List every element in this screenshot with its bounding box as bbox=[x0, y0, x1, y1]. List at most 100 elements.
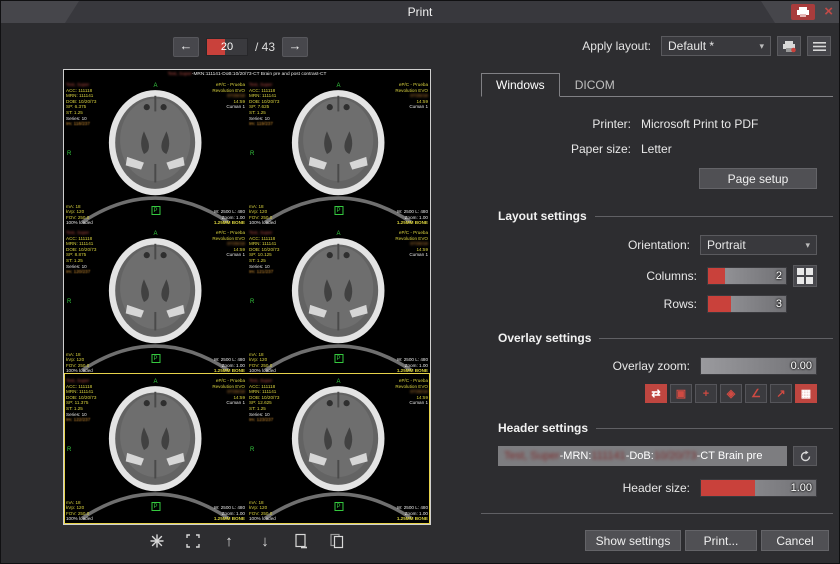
header-text-field[interactable]: Test, Super-MRN:111141-DoB:10/20/73-CT B… bbox=[498, 446, 787, 466]
fullscreen-icon bbox=[185, 533, 201, 549]
ct-image-cell[interactable]: Test, Super ACC: 111118 MRN: 111141 DOB:… bbox=[247, 80, 430, 228]
printer-row: Printer: Microsoft Print to PDF bbox=[481, 117, 833, 131]
cell-loaded-status: 100% loaded bbox=[249, 516, 276, 522]
cell-overlay-bottom-left: mA: 18 kVp: 120 FOV: 250.0 100% loaded bbox=[249, 352, 276, 374]
annotation-overlay-icon[interactable]: ↗ bbox=[770, 384, 792, 403]
cell-mrn: MRN: 111141 bbox=[249, 93, 279, 99]
cancel-button[interactable]: Cancel bbox=[761, 530, 829, 551]
header-size-fill bbox=[701, 480, 755, 496]
cell-preset: 1.25MM BONE bbox=[397, 368, 428, 374]
fit-to-window-button[interactable] bbox=[180, 531, 206, 551]
stack-overlay-icon[interactable]: ▣ bbox=[670, 384, 692, 403]
cell-patient-name: Test, Super bbox=[249, 82, 279, 88]
layout-select[interactable]: Default * ▾ bbox=[661, 36, 771, 56]
cell-facility: eP/C - Prueba bbox=[212, 82, 245, 88]
columns-label: Columns: bbox=[481, 269, 697, 283]
refresh-icon bbox=[799, 450, 812, 463]
cell-overlay-top-right: eP/C - Prueba Revolution EVO 07/25/18 14… bbox=[212, 378, 245, 406]
print-preview-page[interactable]: Test, Super -MRN:111141-DoB:10/20/73-CT B… bbox=[63, 69, 431, 525]
preview-toolbar: ↑ ↓ bbox=[63, 531, 431, 551]
ruler-overlay-icon[interactable]: ∠ bbox=[745, 384, 767, 403]
overlay-toggle-buttons: ⇄▣+◈∠↗▦ bbox=[481, 384, 833, 403]
orientation-right-marker: R bbox=[250, 299, 254, 305]
cell-loaded-status: 100% loaded bbox=[249, 368, 276, 374]
paper-size-label: Paper size: bbox=[481, 142, 631, 156]
chevron-down-icon: ▾ bbox=[805, 240, 810, 251]
page-header-text: -MRN:111141-DoB:10/20/73-CT Brain pre an… bbox=[192, 72, 327, 77]
cell-window-level: W: 2500 L: 480 bbox=[397, 505, 428, 511]
crosshair-overlay-icon[interactable]: + bbox=[695, 384, 717, 403]
cube-overlay-icon[interactable]: ◈ bbox=[720, 384, 742, 403]
printer-plus-icon bbox=[782, 40, 796, 53]
section-divider bbox=[595, 216, 833, 217]
page-number-slider[interactable]: 20 bbox=[206, 38, 248, 56]
orientation-right-marker: R bbox=[250, 151, 254, 157]
remove-page-button[interactable] bbox=[288, 531, 314, 551]
ct-image-cell[interactable]: Test, Super ACC: 111118 MRN: 111141 DOB:… bbox=[64, 80, 247, 228]
close-icon[interactable]: × bbox=[824, 4, 833, 20]
refresh-header-button[interactable] bbox=[793, 446, 817, 466]
move-page-up-button[interactable]: ↑ bbox=[216, 531, 242, 551]
ct-image-cell[interactable]: Test, Super ACC: 111118 MRN: 111141 DOB:… bbox=[64, 228, 247, 376]
layout-list-button[interactable] bbox=[807, 36, 831, 56]
grid-icon bbox=[797, 268, 813, 284]
columns-slider[interactable]: 2 bbox=[707, 267, 787, 285]
layout-select-value: Default * bbox=[668, 39, 714, 53]
orientation-posterior-marker: P bbox=[151, 354, 160, 363]
pan-overlay-icon[interactable]: ⇄ bbox=[645, 384, 667, 403]
overlay-zoom-label: Overlay zoom: bbox=[481, 359, 690, 373]
chevron-down-icon: ▾ bbox=[759, 41, 764, 52]
next-page-button[interactable]: → bbox=[282, 37, 308, 57]
orientation-select[interactable]: Portrait ▾ bbox=[700, 235, 817, 255]
ct-image-cell[interactable]: Test, Super ACC: 111118 MRN: 111141 DOB:… bbox=[64, 376, 247, 524]
apply-layout-label: Apply layout: bbox=[582, 39, 651, 53]
page-setup-button[interactable]: Page setup bbox=[699, 168, 817, 189]
orientation-value: Portrait bbox=[707, 238, 746, 252]
orientation-right-marker: R bbox=[67, 299, 71, 305]
cell-image-number: Im: 121/237 bbox=[249, 269, 279, 275]
cell-overlay-top-left: Test, Super ACC: 111118 MRN: 111141 DOB:… bbox=[66, 230, 96, 275]
cell-extra-label: Cuman 1 bbox=[212, 400, 245, 406]
cell-image-number: Im: 122/237 bbox=[66, 417, 96, 423]
cell-loaded-status: 100% loaded bbox=[66, 516, 93, 522]
cell-overlay-top-right: eP/C - Prueba Revolution EVO 07/25/18 14… bbox=[212, 82, 245, 110]
layout-grid-picker-button[interactable] bbox=[793, 265, 817, 287]
tab-dicom[interactable]: DICOM bbox=[560, 73, 630, 96]
print-queue-icon[interactable] bbox=[791, 4, 815, 20]
cell-image-number: Im: 118/237 bbox=[66, 121, 96, 127]
tab-windows[interactable]: Windows bbox=[481, 73, 560, 97]
page-total-label: / 43 bbox=[255, 40, 275, 54]
previous-page-button[interactable]: ← bbox=[173, 37, 199, 57]
duplicate-page-button[interactable] bbox=[324, 531, 350, 551]
cell-preset: 1.25MM BONE bbox=[214, 516, 245, 522]
print-button[interactable]: Print... bbox=[685, 530, 757, 551]
show-settings-button[interactable]: Show settings bbox=[585, 530, 681, 551]
cell-image-number: Im: 123/237 bbox=[249, 417, 279, 423]
cell-facility: eP/C - Prueba bbox=[395, 230, 428, 236]
actual-size-button[interactable] bbox=[144, 531, 170, 551]
orientation-posterior-marker: P bbox=[334, 206, 343, 215]
save-layout-button[interactable] bbox=[777, 36, 801, 56]
ct-image-cell[interactable]: Test, Super ACC: 111118 MRN: 111141 DOB:… bbox=[247, 228, 430, 376]
cell-loaded-status: 100% loaded bbox=[249, 220, 276, 226]
cell-extra-label: Cuman 1 bbox=[395, 252, 428, 258]
footer-divider bbox=[481, 513, 833, 514]
grid-overlay-icon[interactable]: ▦ bbox=[795, 384, 817, 403]
overlay-settings-title: Overlay settings bbox=[498, 331, 591, 345]
header-size-row: Header size: 1.00 bbox=[481, 479, 833, 497]
header-size-slider[interactable]: 1.00 bbox=[700, 479, 817, 497]
rows-slider-fill bbox=[708, 296, 731, 312]
orientation-anterior-marker: A bbox=[153, 231, 157, 237]
header-dob-value: 10/20/73 bbox=[654, 450, 697, 462]
section-divider bbox=[596, 428, 833, 429]
ct-image-cell[interactable]: Test, Super ACC: 111118 MRN: 111141 DOB:… bbox=[247, 376, 430, 524]
cell-extra-label: Cuman 1 bbox=[212, 252, 245, 258]
rows-slider[interactable]: 3 bbox=[707, 295, 787, 313]
cell-study-date: 07/25/18 bbox=[395, 241, 428, 247]
header-settings-section: Header settings bbox=[481, 421, 833, 435]
duplicate-page-icon bbox=[329, 533, 345, 549]
move-page-down-button[interactable]: ↓ bbox=[252, 531, 278, 551]
overlay-zoom-slider[interactable]: 0.00 bbox=[700, 357, 817, 375]
cell-overlay-bottom-left: mA: 18 kVp: 120 FOV: 250.0 100% loaded bbox=[66, 352, 93, 374]
printer-icon bbox=[796, 6, 810, 18]
